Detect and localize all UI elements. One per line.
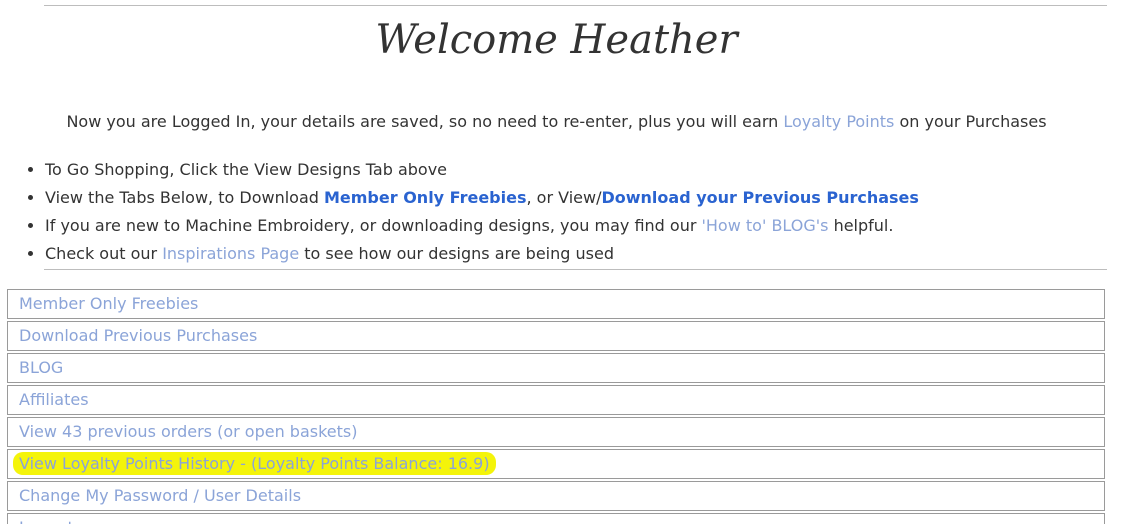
bullet-how-to-blog: If you are new to Machine Embroidery, or… bbox=[45, 212, 919, 240]
menu-item-logout[interactable]: Logout bbox=[7, 513, 1105, 524]
info-bullet-list: To Go Shopping, Click the View Designs T… bbox=[25, 156, 919, 268]
bullet-how-to-text: If you are new to Machine Embroidery, or… bbox=[45, 216, 702, 235]
menu-item-previous-orders[interactable]: View 43 previous orders (or open baskets… bbox=[7, 417, 1105, 447]
account-menu: Member Only Freebies Download Previous P… bbox=[7, 289, 1105, 524]
bullet-view-tabs-middle: , or View/ bbox=[526, 188, 602, 207]
download-previous-purchases-link[interactable]: Download your Previous Purchases bbox=[601, 188, 918, 207]
menu-item-download-previous-purchases[interactable]: Download Previous Purchases bbox=[7, 321, 1105, 351]
menu-item-blog[interactable]: BLOG bbox=[7, 353, 1105, 383]
bullet-inspirations-after: to see how our designs are being used bbox=[299, 244, 614, 263]
menu-item-loyalty-points-history[interactable]: View Loyalty Points History - (Loyalty P… bbox=[7, 449, 1105, 479]
bullet-inspirations: Check out our Inspirations Page to see h… bbox=[45, 240, 919, 268]
intro-text: Now you are Logged In, your details are … bbox=[0, 111, 1113, 133]
top-divider bbox=[44, 5, 1107, 6]
loyalty-points-link[interactable]: Loyalty Points bbox=[783, 112, 894, 131]
welcome-heading: Welcome Heather bbox=[375, 17, 738, 63]
how-to-blog-link[interactable]: 'How to' BLOG's bbox=[702, 216, 829, 235]
bullet-view-tabs: View the Tabs Below, to Download Member … bbox=[45, 184, 919, 212]
bullet-how-to-after: helpful. bbox=[828, 216, 894, 235]
member-only-freebies-link[interactable]: Member Only Freebies bbox=[324, 188, 527, 207]
loyalty-points-highlight: View Loyalty Points History - (Loyalty P… bbox=[13, 452, 496, 475]
intro-text-before: Now you are Logged In, your details are … bbox=[66, 112, 784, 131]
bullet-go-shopping: To Go Shopping, Click the View Designs T… bbox=[45, 156, 919, 184]
menu-item-member-only-freebies[interactable]: Member Only Freebies bbox=[7, 289, 1105, 319]
bullet-view-tabs-text: View the Tabs Below, to Download bbox=[45, 188, 324, 207]
intro-text-after: on your Purchases bbox=[894, 112, 1047, 131]
section-divider bbox=[44, 269, 1107, 270]
inspirations-page-link[interactable]: Inspirations Page bbox=[162, 244, 299, 263]
menu-item-affiliates[interactable]: Affiliates bbox=[7, 385, 1105, 415]
bullet-go-shopping-text: To Go Shopping, Click the View Designs T… bbox=[45, 160, 448, 179]
menu-item-change-password[interactable]: Change My Password / User Details bbox=[7, 481, 1105, 511]
bullet-inspirations-text: Check out our bbox=[45, 244, 163, 263]
